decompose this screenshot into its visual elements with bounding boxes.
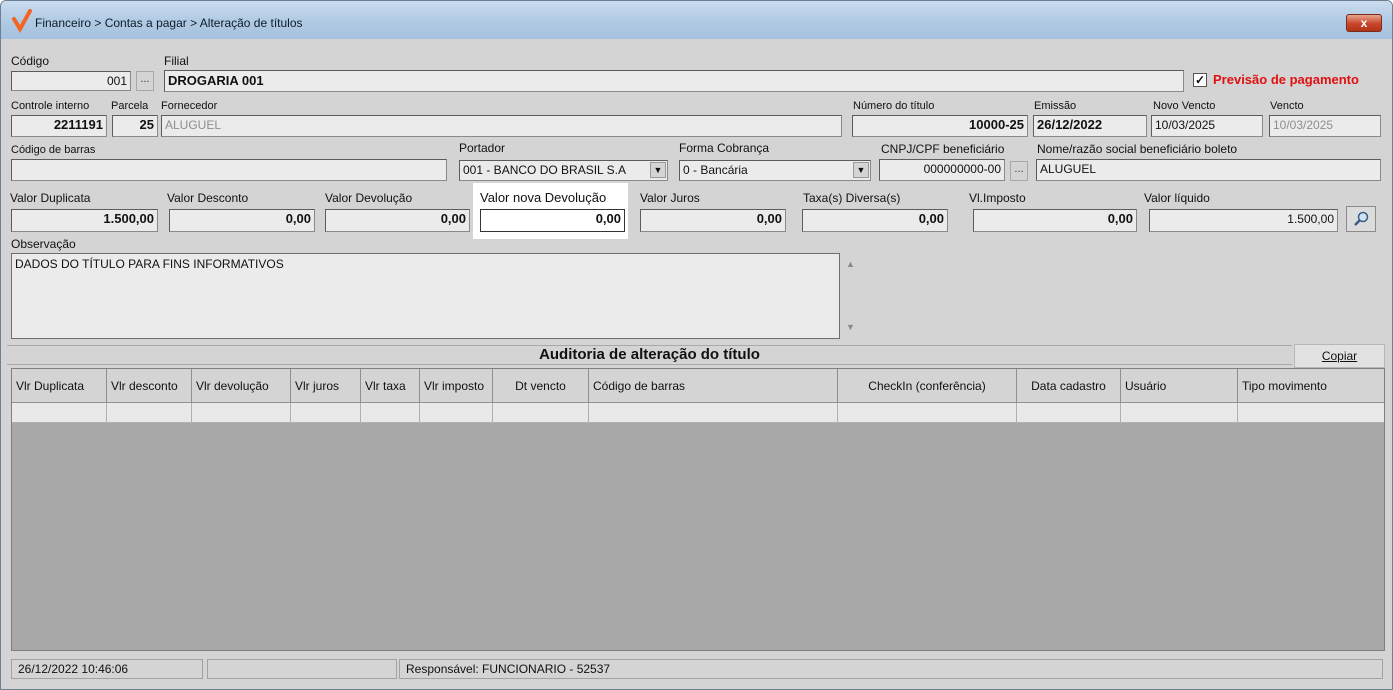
column-header[interactable]: Tipo movimento xyxy=(1238,369,1384,403)
table-cell[interactable] xyxy=(838,403,1017,423)
emissao-field[interactable]: 26/12/2022 xyxy=(1033,115,1147,137)
status-responsavel: Responsável: FUNCIONARIO - 52537 xyxy=(399,659,1383,679)
scroll-up-icon[interactable]: ▲ xyxy=(846,259,855,269)
filial-field[interactable]: DROGARIA 001 xyxy=(164,70,1184,92)
cnpj-lookup-button[interactable]: ... xyxy=(1010,161,1028,181)
portador-label: Portador xyxy=(459,141,506,155)
form-body: Código 001 ... Filial DROGARIA 001 ✓ Pre… xyxy=(7,39,1387,685)
close-button[interactable]: x xyxy=(1346,14,1382,32)
window-title: Financeiro > Contas a pagar > Alteração … xyxy=(35,16,303,30)
table-cell[interactable] xyxy=(291,403,361,423)
valor-nova-devolucao-label: Valor nova Devolução xyxy=(480,190,607,205)
nome-beneficiario-field[interactable]: ALUGUEL xyxy=(1036,159,1381,181)
parcela-field[interactable]: 25 xyxy=(112,115,158,137)
table-cell[interactable] xyxy=(361,403,420,423)
column-header[interactable]: Data cadastro xyxy=(1017,369,1121,403)
cnpj-label: CNPJ/CPF beneficiário xyxy=(881,142,1005,156)
numero-titulo-label: Número do título xyxy=(853,100,935,112)
novo-vencto-field[interactable]: 10/03/2025 xyxy=(1151,115,1263,137)
search-icon xyxy=(1354,211,1369,226)
scroll-down-icon[interactable]: ▼ xyxy=(846,322,855,332)
search-button[interactable] xyxy=(1346,206,1376,232)
audit-grid-header: Vlr Duplicata Vlr desconto Vlr devolução… xyxy=(12,369,1384,403)
controle-interno-field[interactable]: 2211191 xyxy=(11,115,107,137)
table-cell[interactable] xyxy=(192,403,291,423)
previsao-label: Previsão de pagamento xyxy=(1213,72,1359,87)
dropdown-arrow-icon[interactable]: ▼ xyxy=(650,162,666,178)
audit-grid[interactable]: Vlr Duplicata Vlr desconto Vlr devolução… xyxy=(11,368,1385,651)
table-cell[interactable] xyxy=(1121,403,1238,423)
nome-beneficiario-label: Nome/razão social beneficiário boleto xyxy=(1037,142,1238,156)
table-row[interactable] xyxy=(12,403,1384,423)
vencto-field[interactable]: 10/03/2025 xyxy=(1269,115,1381,137)
taxas-diversas-field[interactable]: 0,00 xyxy=(802,209,948,232)
column-header[interactable]: Usuário xyxy=(1121,369,1238,403)
checkbox-checked-icon: ✓ xyxy=(1194,73,1206,87)
table-cell[interactable] xyxy=(589,403,838,423)
valor-devolucao-field[interactable]: 0,00 xyxy=(325,209,470,232)
valor-devolucao-label: Valor Devolução xyxy=(325,191,413,205)
portador-select[interactable]: 001 - BANCO DO BRASIL S.A ▼ xyxy=(459,160,668,181)
audit-title: Auditoria de alteração do título xyxy=(7,345,1292,365)
fornecedor-label: Fornecedor xyxy=(161,100,218,112)
portador-value: 001 - BANCO DO BRASIL S.A xyxy=(463,163,626,177)
valor-duplicata-label: Valor Duplicata xyxy=(10,191,91,205)
emissao-label: Emissão xyxy=(1034,100,1077,112)
numero-titulo-field[interactable]: 10000-25 xyxy=(852,115,1028,137)
column-header[interactable]: Vlr desconto xyxy=(107,369,192,403)
codigo-barras-field[interactable] xyxy=(11,159,447,181)
parcela-label: Parcela xyxy=(111,100,149,112)
valor-desconto-field[interactable]: 0,00 xyxy=(169,209,315,232)
table-cell[interactable] xyxy=(12,403,107,423)
close-icon: x xyxy=(1360,16,1368,30)
vl-imposto-field[interactable]: 0,00 xyxy=(973,209,1137,232)
fornecedor-field[interactable]: ALUGUEL xyxy=(161,115,842,137)
forma-cobranca-select[interactable]: 0 - Bancária ▼ xyxy=(679,160,871,181)
novo-vencto-label: Novo Vencto xyxy=(1153,100,1216,112)
codigo-barras-label: Código de barras xyxy=(11,144,96,156)
cnpj-field[interactable]: 000000000-00 xyxy=(879,159,1005,181)
valor-liquido-label: Valor líquido xyxy=(1144,191,1210,205)
filial-label: Filial xyxy=(164,54,189,68)
codigo-field[interactable]: 001 xyxy=(11,71,131,91)
copiar-button[interactable]: Copiar xyxy=(1294,344,1385,368)
column-header[interactable]: CheckIn (conferência) xyxy=(838,369,1017,403)
title-bar: Financeiro > Contas a pagar > Alteração … xyxy=(1,1,1392,39)
previsao-checkbox[interactable]: ✓ xyxy=(1193,73,1207,87)
column-header[interactable]: Código de barras xyxy=(589,369,838,403)
column-header[interactable]: Vlr imposto xyxy=(420,369,493,403)
column-header[interactable]: Vlr Duplicata xyxy=(12,369,107,403)
valor-juros-field[interactable]: 0,00 xyxy=(640,209,786,232)
vl-imposto-label: Vl.Imposto xyxy=(969,191,1026,205)
status-middle xyxy=(207,659,397,679)
status-datetime: 26/12/2022 10:46:06 xyxy=(11,659,203,679)
valor-desconto-label: Valor Desconto xyxy=(167,191,249,205)
forma-cobranca-value: 0 - Bancária xyxy=(683,163,748,177)
table-cell[interactable] xyxy=(1238,403,1384,423)
taxas-diversas-label: Taxa(s) Diversa(s) xyxy=(803,191,901,205)
table-cell[interactable] xyxy=(420,403,493,423)
forma-cobranca-label: Forma Cobrança xyxy=(679,141,770,155)
table-cell[interactable] xyxy=(1017,403,1121,423)
column-header[interactable]: Dt vencto xyxy=(493,369,589,403)
column-header[interactable]: Vlr juros xyxy=(291,369,361,403)
main-window: Financeiro > Contas a pagar > Alteração … xyxy=(0,0,1393,690)
logo-icon xyxy=(12,9,32,33)
table-cell[interactable] xyxy=(493,403,589,423)
table-cell[interactable] xyxy=(107,403,192,423)
observacao-textarea[interactable]: DADOS DO TÍTULO PARA FINS INFORMATIVOS xyxy=(11,253,840,339)
dropdown-arrow-icon[interactable]: ▼ xyxy=(853,162,869,178)
codigo-label: Código xyxy=(11,54,50,68)
valor-juros-label: Valor Juros xyxy=(640,191,700,205)
valor-duplicata-field[interactable]: 1.500,00 xyxy=(11,209,158,232)
codigo-lookup-button[interactable]: ... xyxy=(136,71,154,91)
column-header[interactable]: Vlr devolução xyxy=(192,369,291,403)
status-bar: 26/12/2022 10:46:06 Responsável: FUNCION… xyxy=(7,657,1387,681)
observacao-label: Observação xyxy=(11,237,76,251)
column-header[interactable]: Vlr taxa xyxy=(361,369,420,403)
controle-interno-label: Controle interno xyxy=(11,100,90,112)
vencto-label: Vencto xyxy=(1270,100,1304,112)
valor-liquido-field[interactable]: 1.500,00 xyxy=(1149,209,1338,232)
valor-nova-devolucao-field[interactable]: 0,00 xyxy=(480,209,625,232)
